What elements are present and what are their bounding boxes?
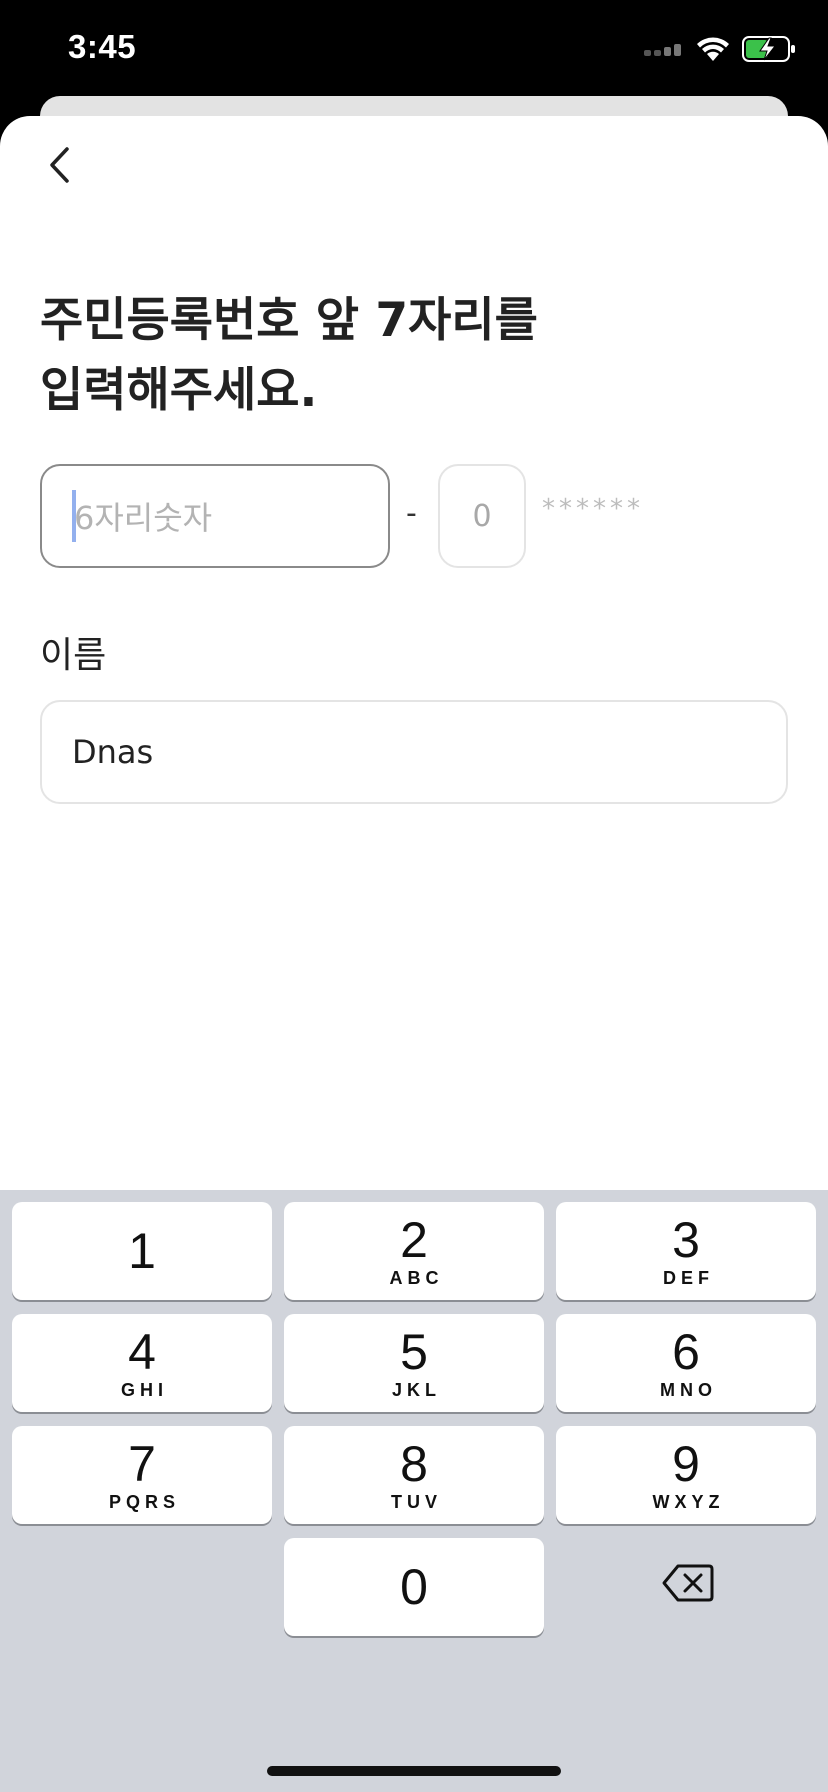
key-8[interactable]: 8 TUV — [284, 1426, 544, 1524]
key-0[interactable]: 0 — [284, 1538, 544, 1636]
key-letters: DEF — [663, 1267, 714, 1288]
key-2[interactable]: 2 ABC — [284, 1202, 544, 1300]
key-number: 2 — [400, 1211, 428, 1268]
key-letters: ABC — [389, 1267, 444, 1288]
text-cursor — [72, 490, 76, 542]
status-time: 3:45 — [68, 28, 137, 65]
form-sheet: 주민등록번호 앞 7자리를 입력해주세요. 6자리숫자 - 0 ****** 이… — [0, 116, 828, 1192]
cellular-signal-icon — [644, 42, 684, 56]
battery-charging-icon — [742, 36, 796, 62]
key-7[interactable]: 7 PQRS — [12, 1426, 272, 1524]
key-5[interactable]: 5 JKL — [284, 1314, 544, 1412]
key-number: 8 — [400, 1435, 428, 1492]
key-letters: WXYZ — [652, 1491, 725, 1512]
resident-id-row: 6자리숫자 - 0 ****** — [40, 464, 800, 568]
key-number: 9 — [672, 1435, 700, 1492]
key-6[interactable]: 6 MNO — [556, 1314, 816, 1412]
chevron-left-icon — [47, 146, 71, 188]
key-number: 5 — [400, 1323, 428, 1380]
key-number: 0 — [400, 1559, 428, 1615]
key-9[interactable]: 9 WXYZ — [556, 1426, 816, 1524]
id-front-placeholder: 6자리숫자 — [74, 499, 213, 537]
name-value: Dnas — [72, 733, 154, 771]
key-4[interactable]: 4 GHI — [12, 1314, 272, 1412]
wifi-icon — [696, 36, 730, 62]
backspace-icon — [662, 1563, 714, 1607]
id-separator: - — [406, 496, 417, 531]
key-number: 3 — [672, 1211, 700, 1268]
key-1[interactable]: 1 — [12, 1202, 272, 1300]
name-label: 이름 — [40, 635, 107, 676]
key-number: 4 — [128, 1323, 156, 1380]
home-indicator — [267, 1766, 561, 1776]
numeric-keypad: 1 2 ABC 3 DEF 4 GHI 5 JKL 6 MNO 7 PQRS 8… — [0, 1190, 828, 1792]
key-number: 6 — [672, 1323, 700, 1380]
id-masked-digits: ****** — [542, 494, 644, 524]
delete-button[interactable] — [558, 1536, 818, 1634]
key-number: 1 — [128, 1223, 156, 1279]
id-back-placeholder: 0 — [472, 498, 492, 534]
name-input[interactable]: Dnas — [40, 700, 788, 804]
key-letters: PQRS — [108, 1491, 180, 1512]
key-letters: JKL — [391, 1379, 441, 1400]
key-3[interactable]: 3 DEF — [556, 1202, 816, 1300]
id-back-digit-input[interactable]: 0 — [438, 464, 526, 568]
key-number: 7 — [128, 1435, 156, 1492]
back-button[interactable] — [34, 142, 84, 192]
status-icons — [644, 34, 796, 64]
page-title: 주민등록번호 앞 7자리를 입력해주세요. — [40, 293, 538, 418]
status-bar: 3:45 — [0, 0, 828, 100]
key-letters: MNO — [660, 1379, 717, 1400]
key-letters: GHI — [120, 1379, 168, 1400]
id-front-input[interactable]: 6자리숫자 — [40, 464, 390, 568]
key-letters: TUV — [391, 1491, 442, 1512]
